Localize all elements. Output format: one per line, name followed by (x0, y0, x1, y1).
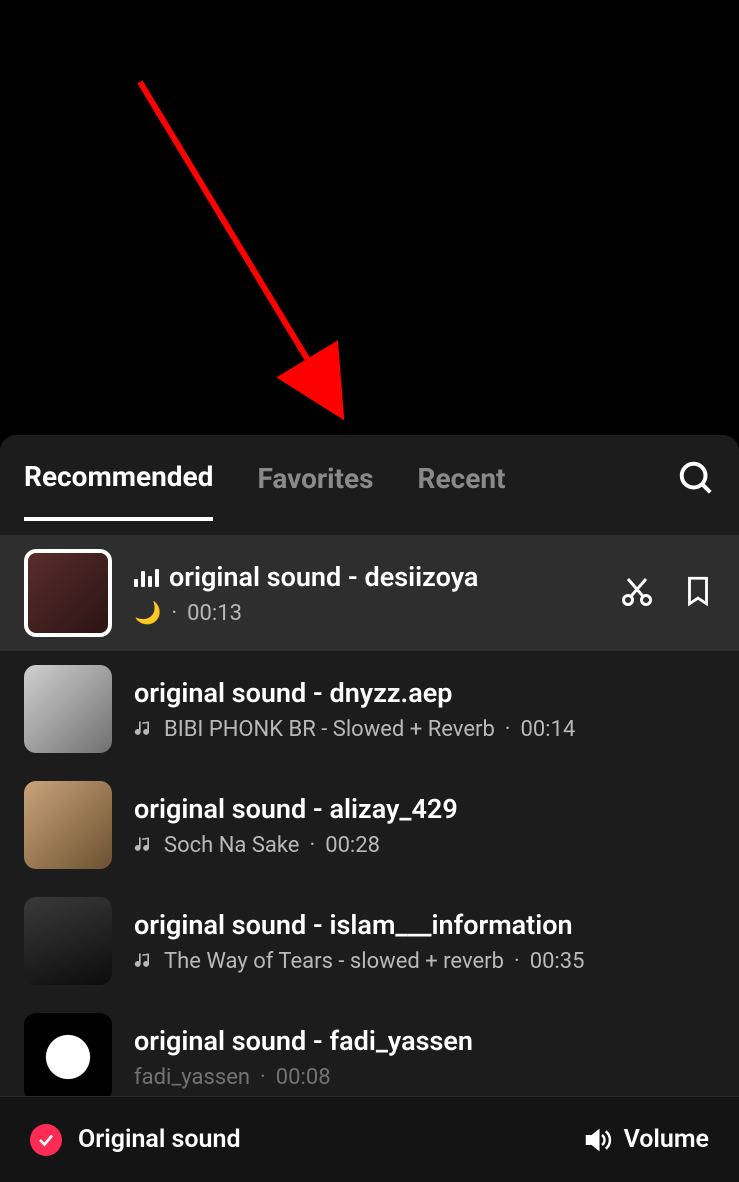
dot-separator: · (514, 949, 520, 974)
tab-favorites[interactable]: Favorites (257, 462, 373, 519)
dot-separator: · (171, 601, 177, 626)
search-icon (677, 459, 715, 497)
sound-duration: 00:14 (521, 717, 576, 742)
volume-label: Volume (624, 1125, 709, 1154)
bookmark-icon (681, 574, 715, 608)
volume-button[interactable]: Volume (582, 1125, 709, 1155)
sound-meta: original sound - desiizoya 🌙 · 00:13 (134, 561, 597, 626)
sound-thumbnail (24, 1013, 112, 1096)
sound-duration: 00:35 (530, 949, 585, 974)
sound-list[interactable]: original sound - desiizoya 🌙 · 00:13 (0, 521, 739, 1096)
original-sound-toggle[interactable] (30, 1124, 62, 1156)
sound-subtitle: Soch Na Sake (164, 833, 299, 858)
sound-title: original sound - fadi_yassen (134, 1025, 473, 1057)
scissors-icon (619, 573, 655, 609)
sound-row[interactable]: original sound - islam___information The… (0, 883, 739, 999)
original-sound-label: Original sound (78, 1125, 241, 1154)
sound-row[interactable]: original sound - dnyzz.aep BIBI PHONK BR… (0, 651, 739, 767)
sound-thumbnail (24, 897, 112, 985)
sound-row[interactable]: original sound - desiizoya 🌙 · 00:13 (0, 535, 739, 651)
sound-meta: original sound - islam___information The… (134, 909, 715, 974)
dot-separator: · (260, 1065, 266, 1090)
footer-bar: Original sound Volume (0, 1096, 739, 1182)
sound-title: original sound - dnyzz.aep (134, 677, 452, 709)
now-playing-icon (134, 567, 159, 587)
sound-duration: 00:28 (325, 833, 380, 858)
search-button[interactable] (677, 459, 715, 521)
music-note-icon (134, 835, 154, 855)
sound-title: original sound - alizay_429 (134, 793, 458, 825)
sound-meta: original sound - fadi_yassen fadi_yassen… (134, 1025, 715, 1090)
trim-button[interactable] (619, 573, 655, 613)
sound-picker-panel: Recommended Favorites Recent original so… (0, 435, 739, 1182)
sound-subtitle: BIBI PHONK BR - Slowed + Reverb (164, 717, 495, 742)
camera-preview-area (0, 0, 739, 435)
sound-subtitle: The Way of Tears - slowed + reverb (164, 949, 504, 974)
dot-separator: · (309, 833, 315, 858)
tabs-bar: Recommended Favorites Recent (0, 435, 739, 521)
moon-icon: 🌙 (134, 601, 161, 626)
dot-separator: · (505, 717, 511, 742)
sound-title: original sound - islam___information (134, 909, 573, 941)
music-note-icon (134, 951, 154, 971)
sound-thumbnail (24, 781, 112, 869)
sound-meta: original sound - alizay_429 Soch Na Sake… (134, 793, 715, 858)
sound-duration: 00:13 (187, 601, 242, 626)
sound-row[interactable]: original sound - fadi_yassen fadi_yassen… (0, 999, 739, 1096)
check-icon (37, 1131, 55, 1149)
tab-recommended[interactable]: Recommended (24, 460, 213, 521)
sound-subtitle: fadi_yassen (134, 1065, 250, 1090)
sound-row[interactable]: original sound - alizay_429 Soch Na Sake… (0, 767, 739, 883)
music-note-icon (134, 719, 154, 739)
sound-duration: 00:08 (276, 1065, 331, 1090)
sound-meta: original sound - dnyzz.aep BIBI PHONK BR… (134, 677, 715, 742)
sound-thumbnail (24, 549, 112, 637)
tab-recent[interactable]: Recent (418, 462, 506, 519)
sound-thumbnail (24, 665, 112, 753)
volume-icon (582, 1125, 612, 1155)
sound-title: original sound - desiizoya (169, 561, 478, 593)
bookmark-button[interactable] (681, 574, 715, 612)
